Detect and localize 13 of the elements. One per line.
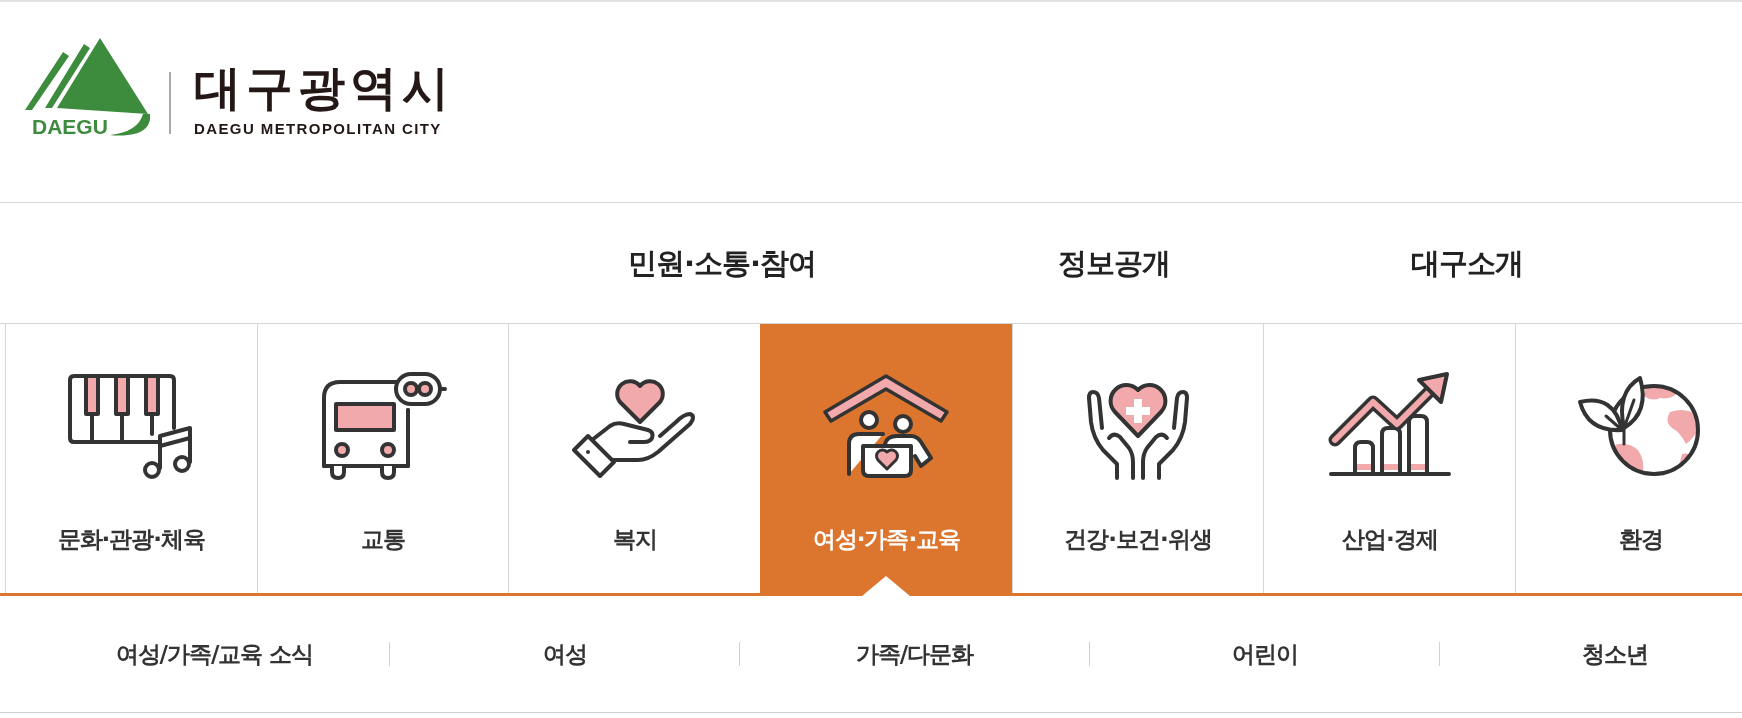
submenu-link[interactable]: 여성 — [390, 639, 739, 669]
submenu-link[interactable]: 가족/다문화 — [740, 639, 1089, 669]
submenu-link[interactable]: 어린이 — [1090, 639, 1439, 669]
mountain-logo-icon — [24, 38, 150, 114]
logo-emblem-text: DAEGU — [32, 116, 108, 138]
submenu-link[interactable]: 청소년 — [1440, 639, 1742, 669]
main-menu-link[interactable]: 정보공개 — [1058, 245, 1170, 281]
main-menu-link[interactable]: 대구소개 — [1411, 245, 1523, 281]
submenu-link[interactable]: 여성/가족/교육 소식 — [40, 639, 389, 669]
logo-swoosh-icon — [110, 114, 150, 136]
logo-title: 대구광역시 — [194, 62, 454, 114]
logo-subtitle: DAEGU METROPOLITAN CITY — [194, 120, 443, 138]
main-menu-link[interactable]: 민원·소통·참여 — [627, 245, 816, 281]
